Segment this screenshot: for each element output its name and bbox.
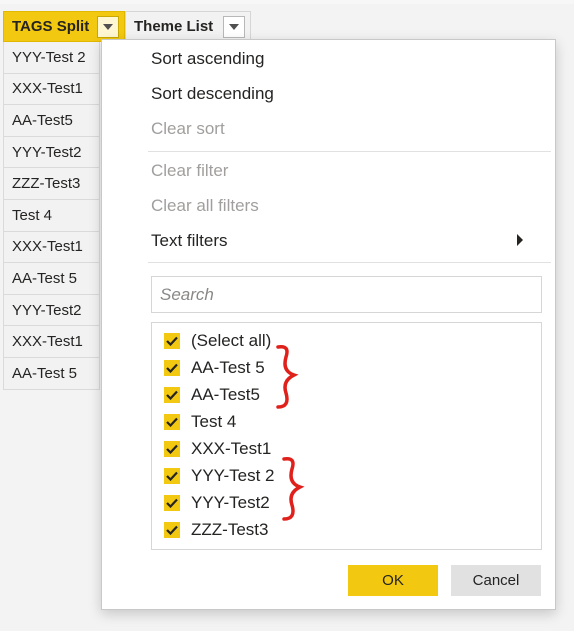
- filter-option[interactable]: XXX-Test1: [164, 438, 271, 460]
- ok-button[interactable]: OK: [348, 565, 438, 596]
- filter-option-label: ZZZ-Test3: [191, 520, 269, 539]
- column-filter-dropdown-button[interactable]: [97, 15, 119, 38]
- filter-option[interactable]: AA-Test5: [164, 384, 260, 406]
- table-cell[interactable]: YYY-Test2: [3, 294, 100, 327]
- checkbox-checked[interactable]: [164, 441, 180, 457]
- filter-option-select-all[interactable]: (Select all): [164, 330, 271, 352]
- filter-option-label: Test 4: [191, 412, 237, 431]
- table-cell[interactable]: Test 4: [3, 199, 100, 232]
- filter-option-label: YYY-Test2: [191, 493, 270, 512]
- search-input[interactable]: [151, 276, 542, 313]
- filter-option[interactable]: YYY-Test 2: [164, 465, 274, 487]
- checkmark-icon: [166, 417, 178, 427]
- table-cell[interactable]: XXX-Test1: [3, 326, 100, 358]
- menu-item-clear-sort[interactable]: Clear sort: [151, 119, 225, 139]
- filter-option-label: AA-Test 5: [191, 358, 265, 377]
- checkmark-icon: [166, 336, 178, 346]
- column-filter-dropdown-button[interactable]: [223, 15, 245, 38]
- checkmark-icon: [166, 525, 178, 535]
- toolbar-strip: [0, 0, 574, 4]
- annotation-brace-icon: [282, 456, 305, 521]
- checkmark-icon: [166, 390, 178, 400]
- chevron-right-icon: [517, 234, 523, 246]
- menu-item-sort-descending[interactable]: Sort descending: [151, 84, 274, 104]
- menu-item-clear-filter[interactable]: Clear filter: [151, 161, 228, 181]
- checkbox-checked[interactable]: [164, 468, 180, 484]
- filter-option-label: XXX-Test1: [191, 439, 272, 458]
- table-cell[interactable]: YYY-Test 2: [3, 42, 100, 74]
- filter-option[interactable]: Test 4: [164, 411, 236, 433]
- checkmark-icon: [166, 444, 178, 454]
- chevron-down-icon: [229, 23, 239, 30]
- filter-option-label: AA-Test5: [191, 385, 260, 404]
- menu-separator: [148, 151, 551, 152]
- column-header-tags-split[interactable]: TAGS Split: [3, 11, 125, 42]
- annotation-brace-icon: [276, 344, 299, 409]
- menu-item-clear-all-filters[interactable]: Clear all filters: [151, 196, 259, 216]
- table-cell[interactable]: YYY-Test2: [3, 136, 100, 169]
- menu-item-text-filters[interactable]: Text filters: [151, 231, 228, 251]
- checkbox-checked[interactable]: [164, 360, 180, 376]
- table-cell[interactable]: XXX-Test1: [3, 73, 100, 106]
- filter-option[interactable]: ZZZ-Test3: [164, 519, 268, 541]
- menu-item-sort-ascending[interactable]: Sort ascending: [151, 49, 264, 69]
- checkbox-checked[interactable]: [164, 333, 180, 349]
- column-header-label: TAGS Split: [12, 18, 90, 35]
- checkbox-checked[interactable]: [164, 522, 180, 538]
- cancel-button[interactable]: Cancel: [451, 565, 541, 596]
- checkbox-checked[interactable]: [164, 495, 180, 511]
- checkbox-checked[interactable]: [164, 387, 180, 403]
- filter-option[interactable]: AA-Test 5: [164, 357, 265, 379]
- checkmark-icon: [166, 363, 178, 373]
- filter-values-list: (Select all) AA-Test 5 AA-Test5 Test 4 X…: [151, 322, 542, 550]
- filter-option-label: YYY-Test 2: [191, 466, 275, 485]
- chevron-down-icon: [103, 23, 113, 30]
- table-cell[interactable]: AA-Test 5: [3, 263, 100, 295]
- filter-option[interactable]: YYY-Test2: [164, 492, 270, 514]
- checkbox-checked[interactable]: [164, 414, 180, 430]
- filter-dropdown-panel: Sort ascending Sort descending Clear sor…: [101, 39, 556, 610]
- checkmark-icon: [166, 471, 178, 481]
- table-cell[interactable]: AA-Test 5: [3, 357, 100, 390]
- table-cell[interactable]: XXX-Test1: [3, 231, 100, 264]
- tags-split-column-cells: YYY-Test 2 XXX-Test1 AA-Test5 YYY-Test2 …: [3, 42, 100, 390]
- column-header-label: Theme List: [134, 18, 214, 35]
- table-cell[interactable]: AA-Test5: [3, 105, 100, 137]
- checkmark-icon: [166, 498, 178, 508]
- column-header-theme-list[interactable]: Theme List: [125, 11, 251, 42]
- table-cell[interactable]: ZZZ-Test3: [3, 168, 100, 200]
- filter-option-label: (Select all): [191, 331, 272, 350]
- menu-separator: [148, 262, 551, 263]
